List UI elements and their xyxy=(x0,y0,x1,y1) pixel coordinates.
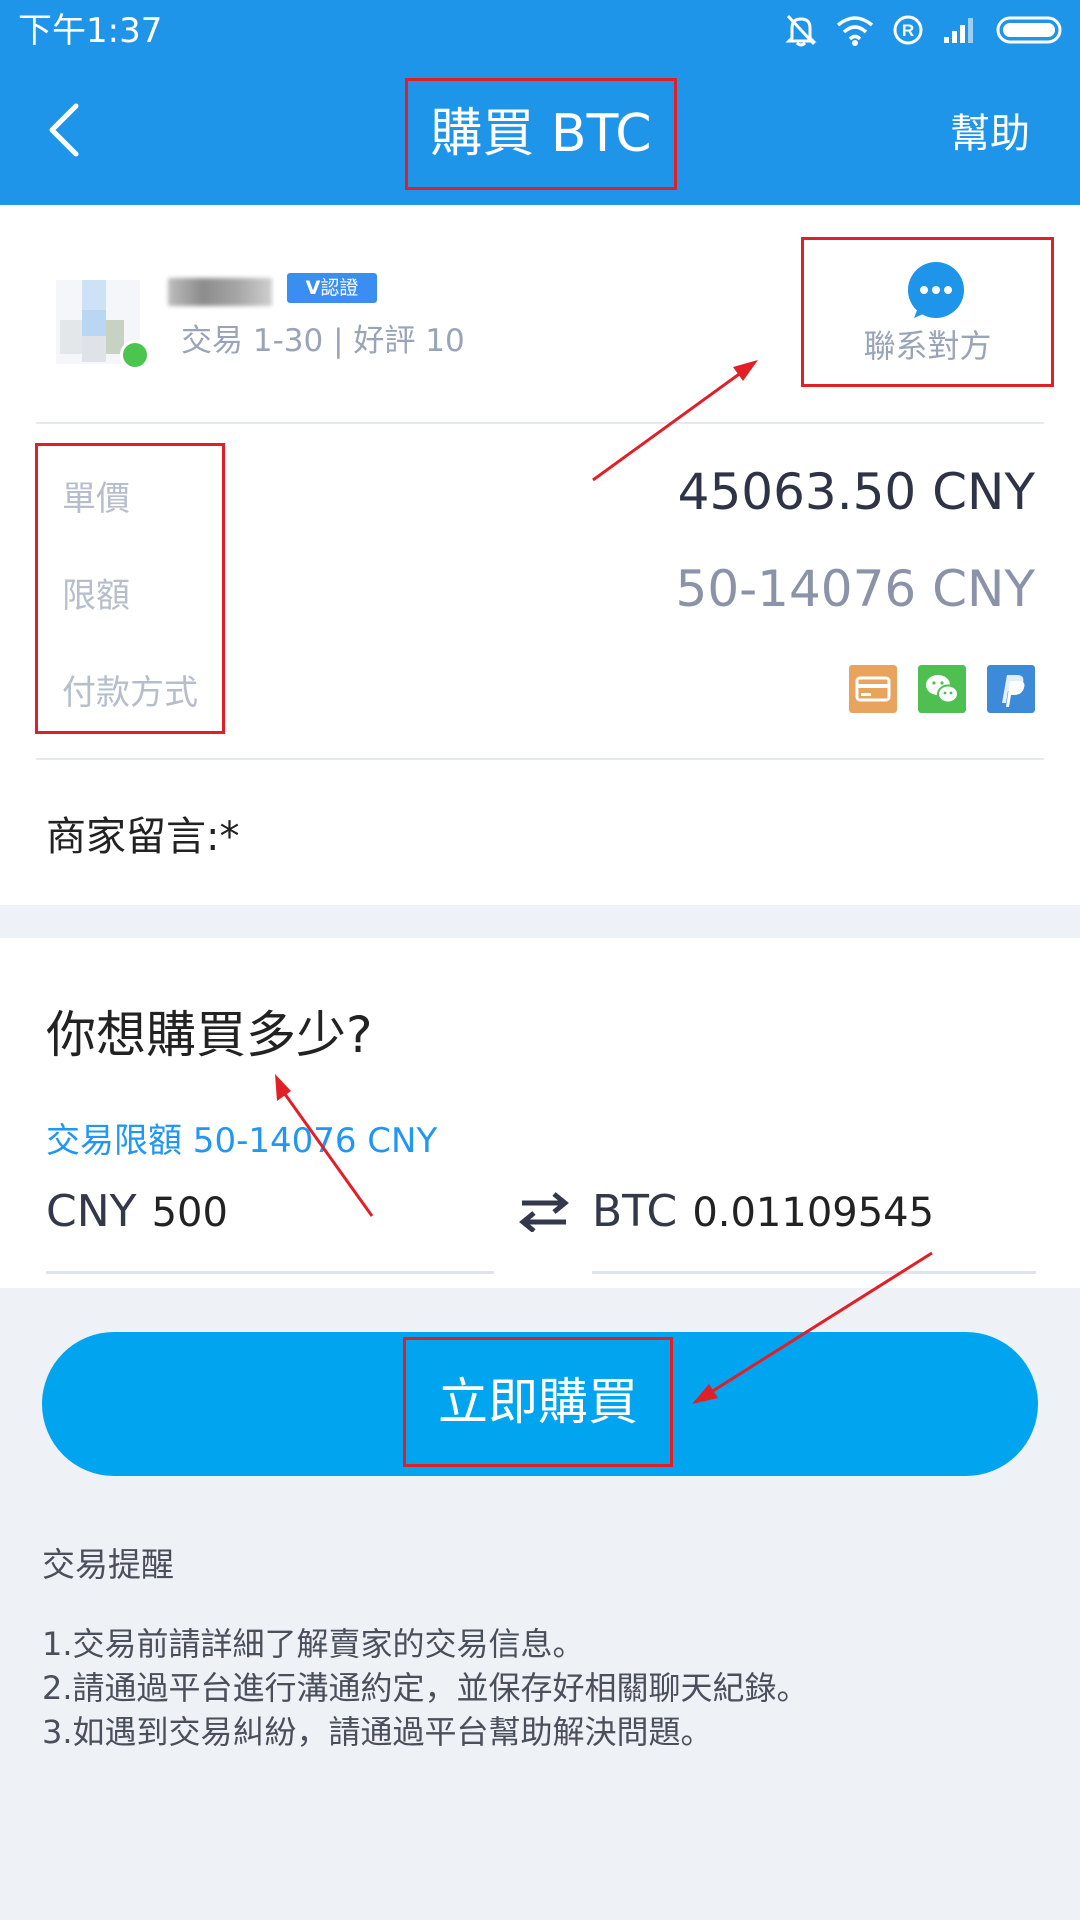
paypal-icon xyxy=(987,665,1035,713)
online-status-dot xyxy=(120,340,150,370)
crypto-amount-input[interactable]: 0.01109545 xyxy=(692,1190,934,1236)
fiat-input-underline xyxy=(46,1271,494,1274)
merchant-stats: 交易 1-30 | 好評 10 xyxy=(181,323,465,359)
divider xyxy=(36,422,1044,424)
price-value: 45063.50 CNY xyxy=(677,463,1035,521)
merchant-message-label: 商家留言:* xyxy=(46,814,240,860)
tips-title: 交易提醒 xyxy=(42,1545,174,1584)
annotation-box-contact xyxy=(801,237,1054,387)
purchase-question: 你想購買多少? xyxy=(46,1006,373,1064)
crypto-amount-field[interactable]: BTC 0.01109545 xyxy=(592,1182,934,1243)
mute-bell-icon xyxy=(785,14,817,47)
back-arrow-icon[interactable] xyxy=(42,100,86,160)
svg-text:R: R xyxy=(902,21,914,40)
annotation-box-title xyxy=(405,78,677,190)
battery-icon xyxy=(996,16,1062,44)
limit-value: 50-14076 CNY xyxy=(675,560,1035,618)
crypto-currency-label: BTC xyxy=(592,1186,678,1237)
signal-icon xyxy=(944,18,973,43)
fiat-currency-label: CNY xyxy=(46,1186,137,1237)
merchant-name-blurred xyxy=(168,278,272,306)
verified-v-icon: V xyxy=(305,277,321,299)
help-button[interactable]: 幫助 xyxy=(950,108,1030,160)
wifi-icon xyxy=(836,16,874,46)
tip-item: 3.如遇到交易糾紛，請通過平台幫助解決問題。 xyxy=(42,1713,713,1751)
verified-badge: V認證 xyxy=(287,273,377,303)
fiat-amount-input[interactable]: 500 xyxy=(152,1190,228,1236)
bank-card-icon xyxy=(849,665,897,713)
divider xyxy=(36,758,1044,760)
roaming-icon: R xyxy=(893,15,923,45)
crypto-input-underline xyxy=(592,1271,1036,1274)
trade-limit-hint: 交易限額 50-14076 CNY xyxy=(46,1121,438,1161)
status-time: 下午1:37 xyxy=(18,11,163,51)
swap-arrows-icon[interactable] xyxy=(518,1192,570,1232)
tip-item: 1.交易前請詳細了解賣家的交易信息。 xyxy=(42,1625,585,1663)
annotation-box-labels xyxy=(35,443,225,734)
fiat-amount-field[interactable]: CNY 500 xyxy=(46,1182,228,1243)
verified-badge-label: 認證 xyxy=(320,277,359,299)
status-icons: R xyxy=(784,10,1066,50)
wechat-icon xyxy=(918,665,966,713)
annotation-box-buy xyxy=(403,1337,673,1467)
tip-item: 2.請通過平台進行溝通約定，並保存好相關聊天紀錄。 xyxy=(42,1669,809,1707)
